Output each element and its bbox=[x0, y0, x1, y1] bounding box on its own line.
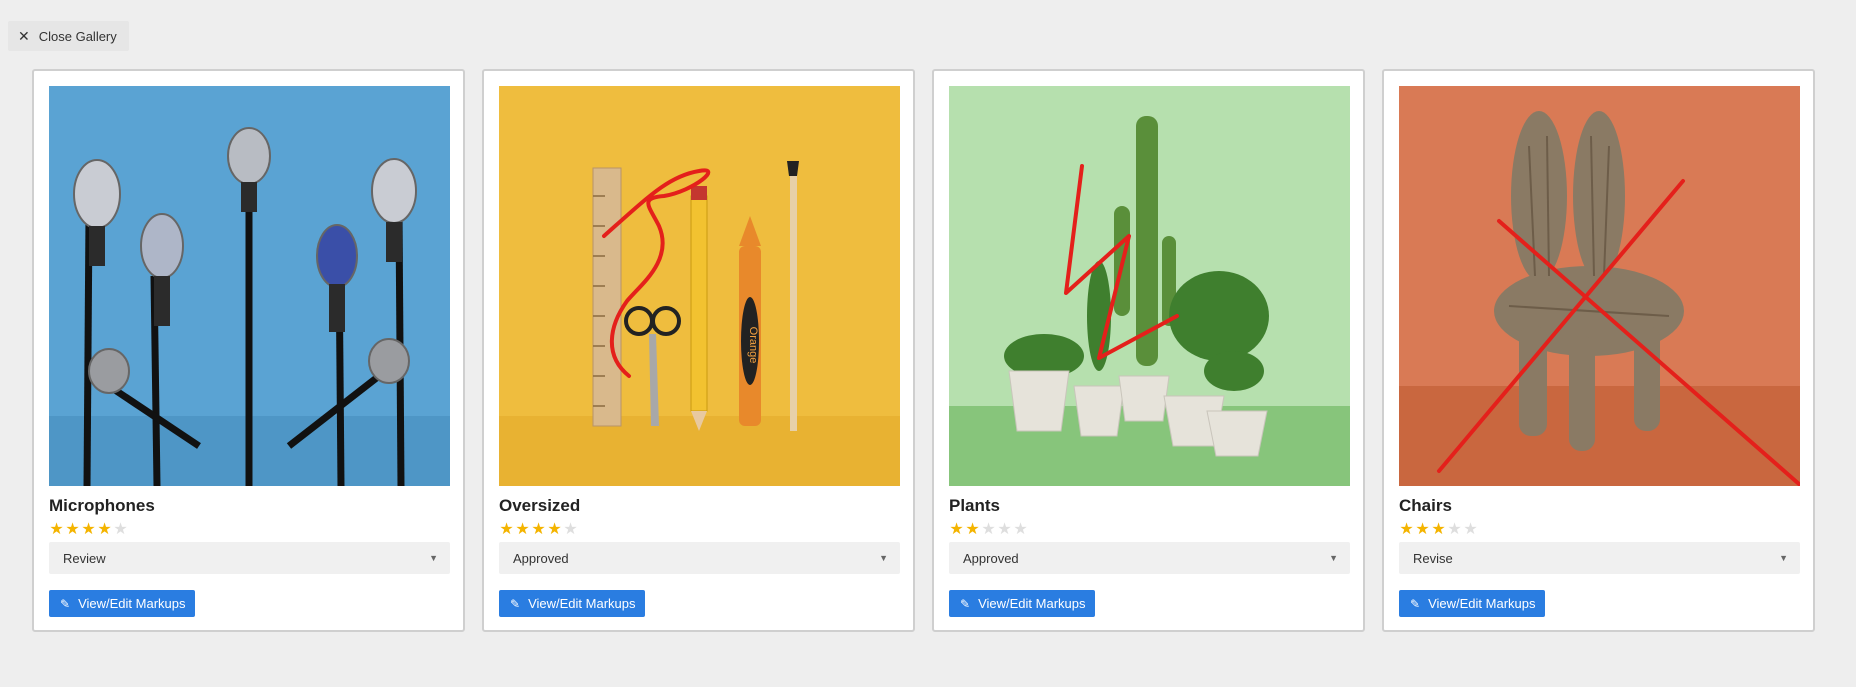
gallery-card-oversized: Orange Oversized ★ ★ ★ ★ ★ Approved ▼ ✎ … bbox=[482, 69, 915, 632]
thumbnail-plants[interactable] bbox=[949, 86, 1350, 486]
status-value: Review bbox=[63, 550, 106, 566]
star-rating[interactable]: ★ ★ ★ ★ ★ bbox=[49, 520, 448, 539]
star-icon[interactable]: ★ bbox=[981, 520, 996, 539]
chevron-down-icon: ▼ bbox=[1329, 553, 1338, 563]
star-icon[interactable]: ★ bbox=[1447, 520, 1462, 539]
chevron-down-icon: ▼ bbox=[429, 553, 438, 563]
status-select[interactable]: Review ▼ bbox=[49, 542, 450, 574]
view-edit-markups-button[interactable]: ✎ View/Edit Markups bbox=[49, 590, 196, 617]
star-icon[interactable]: ★ bbox=[1415, 520, 1430, 539]
status-select[interactable]: Revise ▼ bbox=[1399, 542, 1800, 574]
star-rating[interactable]: ★ ★ ★ ★ ★ bbox=[1399, 520, 1798, 539]
gallery-card-plants: Plants ★ ★ ★ ★ ★ Approved ▼ ✎ View/Edit … bbox=[932, 69, 1365, 632]
crayon-label-text: Orange bbox=[747, 327, 759, 364]
pencil-icon: ✎ bbox=[1410, 596, 1421, 611]
gallery-card-chairs: Chairs ★ ★ ★ ★ ★ Revise ▼ ✎ View/Edit Ma… bbox=[1382, 69, 1815, 632]
card-title: Plants bbox=[949, 496, 1001, 515]
view-edit-markups-label: View/Edit Markups bbox=[78, 596, 186, 611]
view-edit-markups-label: View/Edit Markups bbox=[528, 596, 636, 611]
status-select[interactable]: Approved ▼ bbox=[949, 542, 1350, 574]
view-edit-markups-label: View/Edit Markups bbox=[1428, 596, 1536, 611]
gallery-card-microphones: Microphones ★ ★ ★ ★ ★ Review ▼ ✎ View/Ed… bbox=[32, 69, 465, 632]
star-icon[interactable]: ★ bbox=[1463, 520, 1478, 539]
gallery-grid: Microphones ★ ★ ★ ★ ★ Review ▼ ✎ View/Ed… bbox=[32, 69, 1815, 632]
star-icon[interactable]: ★ bbox=[1399, 520, 1414, 539]
star-icon[interactable]: ★ bbox=[97, 520, 112, 539]
star-icon[interactable]: ★ bbox=[499, 520, 514, 539]
close-icon: ✕ bbox=[18, 28, 30, 44]
star-icon[interactable]: ★ bbox=[81, 520, 96, 539]
view-edit-markups-button[interactable]: ✎ View/Edit Markups bbox=[499, 590, 646, 617]
star-icon[interactable]: ★ bbox=[65, 520, 80, 539]
card-title: Chairs bbox=[1399, 496, 1452, 515]
status-value: Approved bbox=[963, 550, 1019, 566]
status-value: Approved bbox=[513, 550, 569, 566]
chevron-down-icon: ▼ bbox=[1779, 553, 1788, 563]
star-rating[interactable]: ★ ★ ★ ★ ★ bbox=[499, 520, 898, 539]
star-icon[interactable]: ★ bbox=[515, 520, 530, 539]
star-icon[interactable]: ★ bbox=[949, 520, 964, 539]
chevron-down-icon: ▼ bbox=[879, 553, 888, 563]
pencil-icon: ✎ bbox=[510, 596, 521, 611]
star-icon[interactable]: ★ bbox=[547, 520, 562, 539]
status-select[interactable]: Approved ▼ bbox=[499, 542, 900, 574]
close-gallery-label: Close Gallery bbox=[38, 28, 117, 44]
pencil-icon: ✎ bbox=[960, 596, 971, 611]
pencil-icon: ✎ bbox=[60, 596, 71, 611]
view-edit-markups-button[interactable]: ✎ View/Edit Markups bbox=[949, 590, 1096, 617]
view-edit-markups-button[interactable]: ✎ View/Edit Markups bbox=[1399, 590, 1546, 617]
star-icon[interactable]: ★ bbox=[531, 520, 546, 539]
star-icon[interactable]: ★ bbox=[965, 520, 980, 539]
star-icon[interactable]: ★ bbox=[1431, 520, 1446, 539]
star-icon[interactable]: ★ bbox=[563, 520, 578, 539]
card-title: Oversized bbox=[499, 496, 581, 515]
star-icon[interactable]: ★ bbox=[49, 520, 64, 539]
card-title: Microphones bbox=[49, 496, 155, 515]
status-value: Revise bbox=[1413, 550, 1453, 566]
thumbnail-chairs[interactable] bbox=[1399, 86, 1800, 486]
star-icon[interactable]: ★ bbox=[1013, 520, 1028, 539]
thumbnail-oversized[interactable]: Orange bbox=[499, 86, 900, 486]
view-edit-markups-label: View/Edit Markups bbox=[978, 596, 1086, 611]
thumbnail-microphones[interactable] bbox=[49, 86, 450, 486]
star-icon[interactable]: ★ bbox=[113, 520, 128, 539]
star-rating[interactable]: ★ ★ ★ ★ ★ bbox=[949, 520, 1348, 539]
star-icon[interactable]: ★ bbox=[997, 520, 1012, 539]
close-gallery-button[interactable]: ✕ Close Gallery bbox=[8, 21, 129, 51]
